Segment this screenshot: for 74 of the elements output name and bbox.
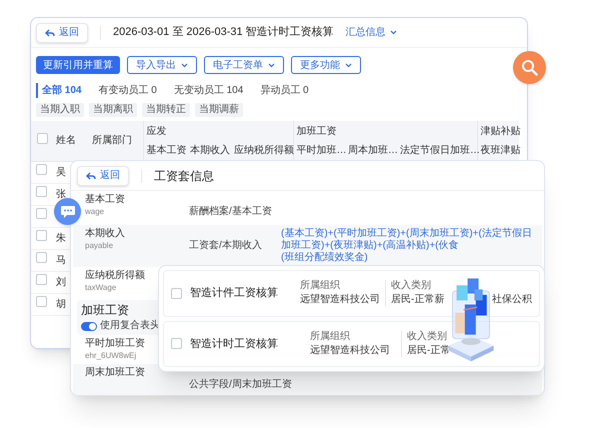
column-group-header: 加班工资	[293, 121, 478, 141]
filter-tab[interactable]: 异动员工 0	[254, 83, 309, 98]
payroll-item[interactable]: 智造计时工资核算 所属组织 远望智造科技公司 收入类别 居民-正常	[163, 320, 540, 367]
dropdown-button[interactable]: 电子工资单	[204, 56, 284, 74]
checkbox[interactable]	[36, 252, 47, 263]
checkbox[interactable]	[36, 164, 47, 175]
checkbox[interactable]	[36, 296, 47, 307]
field-label: 平时加班工资	[85, 338, 145, 350]
caret-icon	[390, 30, 397, 35]
field-code: taxWage	[85, 282, 116, 293]
caret-icon	[345, 62, 352, 68]
summary-menu[interactable]: 汇总信息	[346, 25, 397, 40]
back-arrow-icon	[45, 28, 55, 36]
field-source: 公共字段/周末加班工资	[189, 379, 292, 390]
filter-tab[interactable]: 有变动员工 0	[92, 83, 157, 98]
field-label: 所属组织	[300, 280, 342, 292]
field-value: 远望智造科技公司	[300, 294, 380, 306]
field-source: 工资套/本期收入	[189, 240, 262, 251]
caret-icon	[268, 62, 275, 68]
payroll-title: 智造计时工资核算	[190, 336, 279, 352]
checkbox[interactable]	[171, 288, 182, 299]
checkbox[interactable]	[171, 338, 182, 350]
toggle-switch[interactable]	[81, 322, 97, 330]
field-label: 收入类别	[391, 280, 432, 292]
panel-title: 工资套信息	[154, 168, 214, 184]
dropdown-button[interactable]: 导入导出	[127, 56, 197, 74]
table-cell: 马	[56, 254, 66, 266]
checkbox[interactable]	[36, 132, 48, 144]
field-label: 基本工资	[85, 194, 125, 206]
field-value: 居民-正常薪	[391, 294, 446, 306]
field-code: ehr_6UW8wEj	[85, 350, 136, 361]
field-value: 远望智造科技公司	[310, 344, 391, 357]
checkbox[interactable]	[36, 208, 47, 219]
back-button[interactable]: 返回	[77, 166, 129, 186]
field-value: 社保公积	[492, 292, 532, 307]
caret-icon	[181, 62, 188, 68]
filter-chip[interactable]: 当期入职	[36, 103, 84, 117]
field-value: 居民-正常	[407, 344, 452, 357]
column-group-header: 应发	[143, 121, 293, 141]
field-code: payable	[85, 240, 114, 251]
filter-chip[interactable]: 当期调薪	[195, 103, 243, 117]
chat-icon	[60, 204, 76, 218]
search-icon	[521, 59, 538, 76]
window-title: 2026-03-01 至 2026-03-31 智造计时工资核算	[113, 25, 334, 40]
table-cell: 吴	[56, 166, 66, 178]
search-button[interactable]	[513, 51, 546, 84]
filter-tab[interactable]: 无变动员工 104	[168, 83, 244, 98]
checkbox[interactable]	[36, 274, 47, 285]
back-arrow-icon	[86, 172, 96, 180]
section-title: 加班工资	[81, 303, 130, 318]
dropdown-button[interactable]: 更多功能	[291, 56, 361, 74]
field-label: 所属组织	[310, 330, 351, 343]
field-label: 周末加班工资	[85, 367, 145, 379]
table-cell: 张	[56, 188, 66, 200]
formula-text: (班组分配绩效奖金)	[281, 252, 369, 264]
filter-chip[interactable]: 当期转正	[142, 103, 190, 117]
back-button[interactable]: 返回	[36, 22, 88, 42]
filter-chip[interactable]: 当期离职	[89, 103, 137, 117]
field-label: 收入类别	[407, 330, 448, 343]
field-label: 应纳税所得额	[85, 270, 145, 282]
checkbox[interactable]	[36, 230, 47, 241]
field-code: wage	[85, 206, 104, 217]
table-cell: 刘	[56, 276, 66, 288]
filter-tab[interactable]: 全部 104	[36, 83, 82, 98]
checkbox[interactable]	[36, 186, 47, 197]
payroll-title: 智造计件工资核算	[190, 286, 279, 301]
recalculate-button[interactable]: 更新引用并重算	[36, 56, 120, 74]
field-source: 薪酬档案/基本工资	[189, 206, 272, 217]
payroll-item[interactable]: 智造计件工资核算 所属组织 远望智造科技公司 收入类别 居民-正常薪 社保公积	[163, 270, 540, 316]
table-cell: 朱	[56, 232, 66, 244]
field-label: 本期收入	[85, 228, 125, 240]
table-cell: 胡	[56, 298, 66, 310]
formula-text: (基本工资)+(平时加班工资)+(周末加班工资)+(法定节假日加班工资)+(夜班津贴)+(高温补贴)+(伙食	[281, 228, 533, 252]
column-group-header: 津贴补贴	[477, 121, 520, 141]
